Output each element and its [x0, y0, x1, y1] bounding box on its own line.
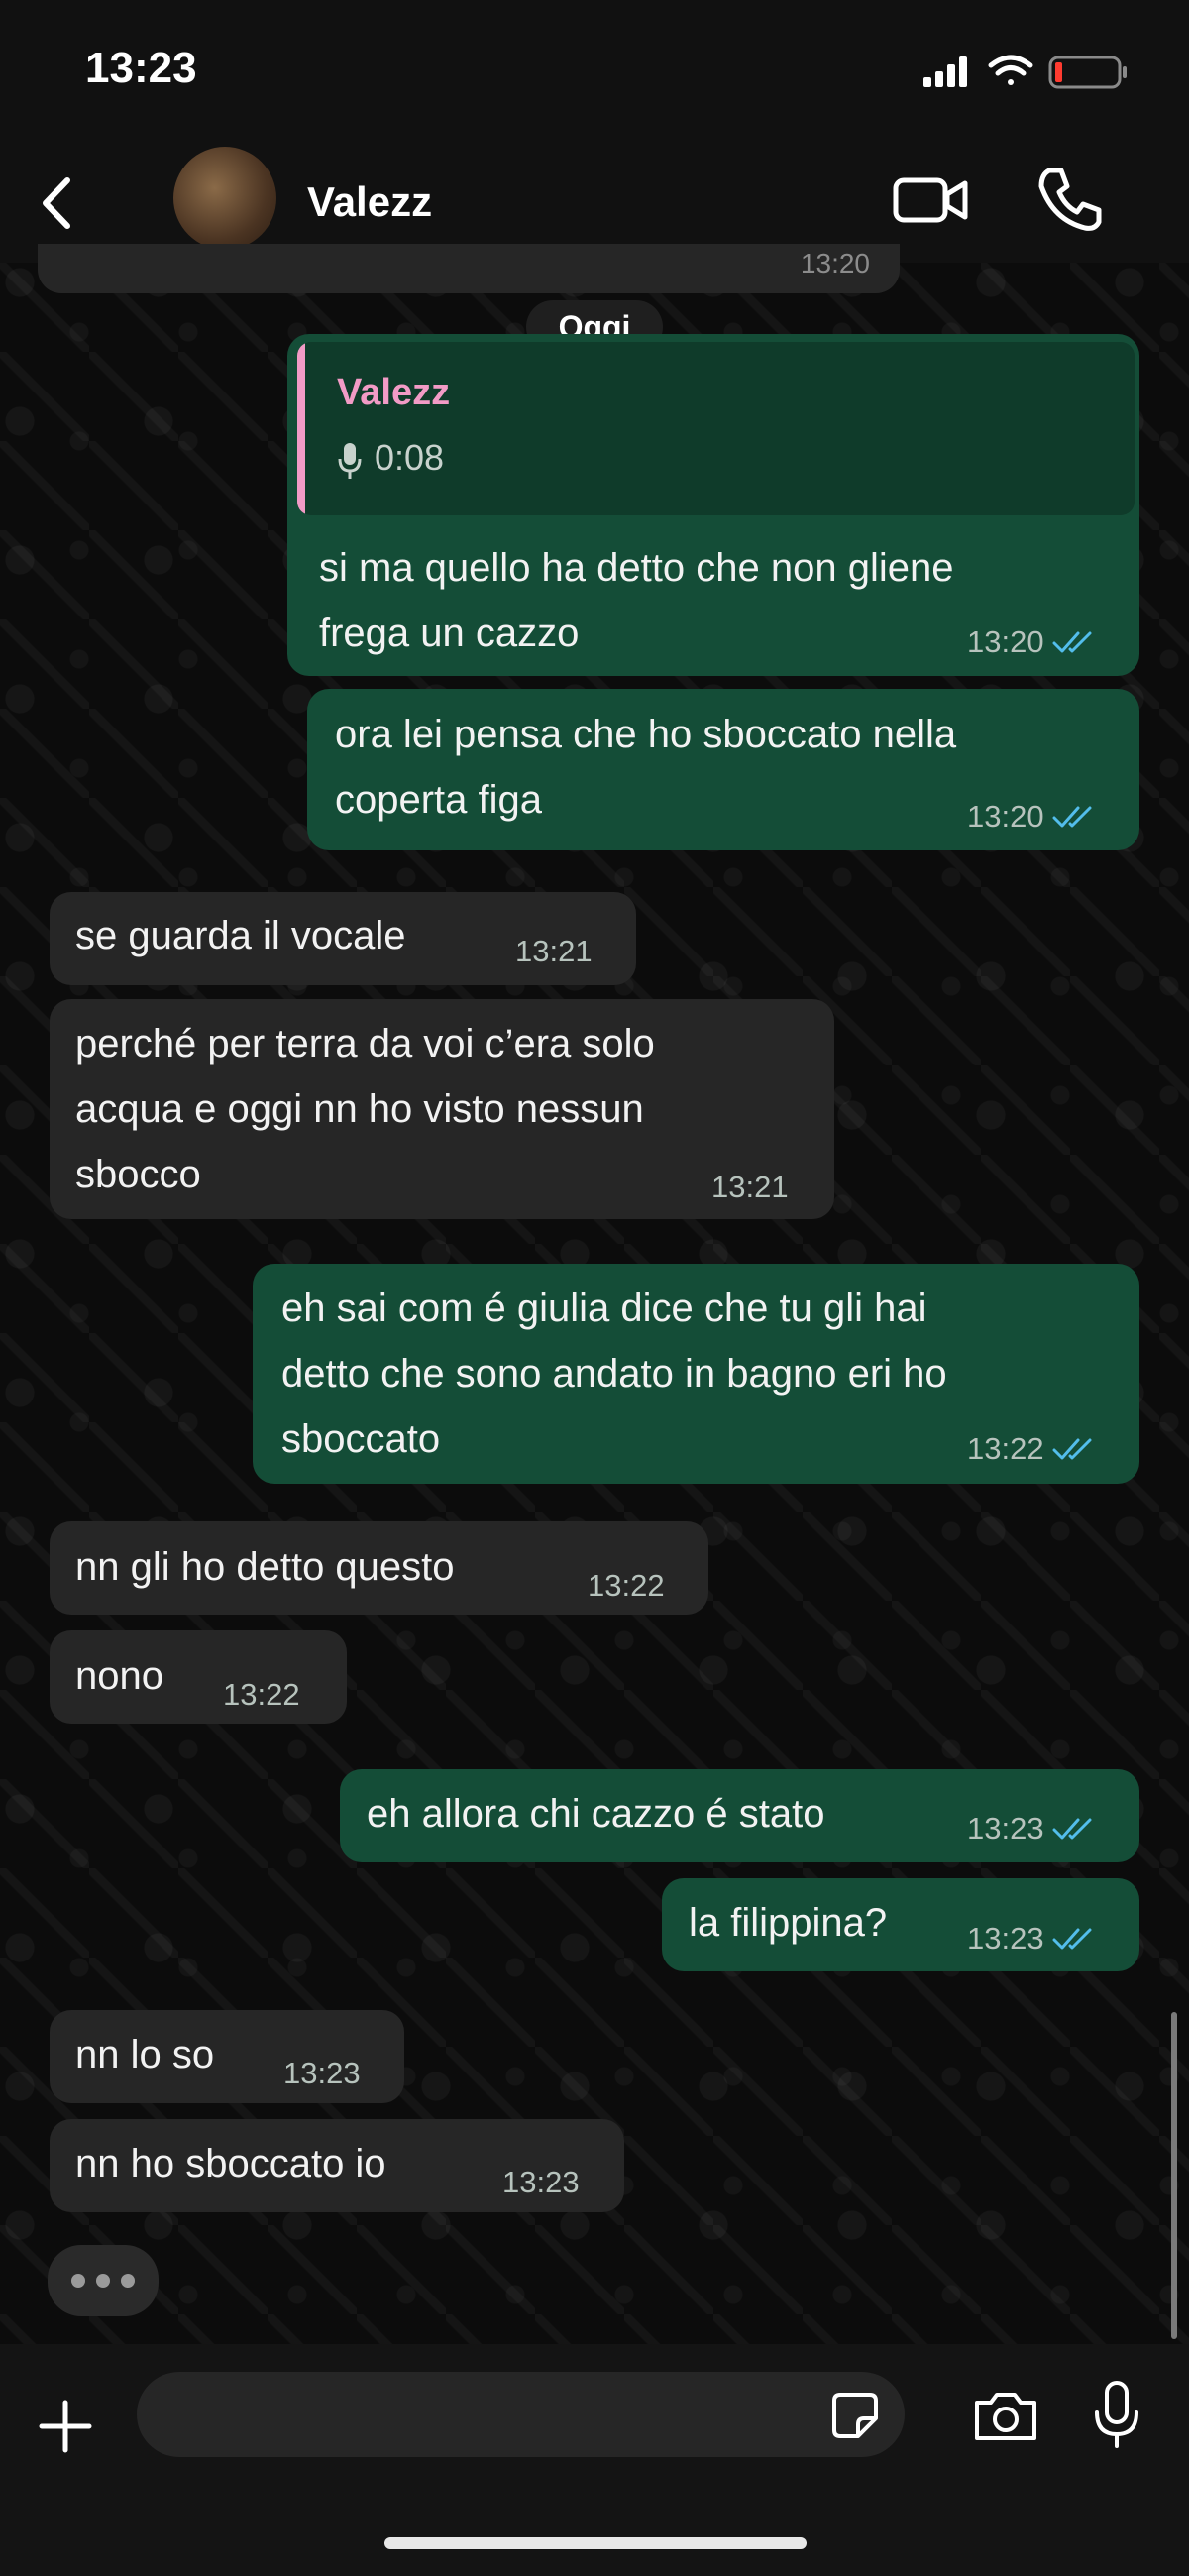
status-icons [923, 55, 1127, 89]
message-line: eh sai com é giulia dice che tu gli hai [281, 1287, 927, 1330]
quote-author: Valezz [337, 372, 451, 413]
status-time: 13:23 [85, 44, 197, 92]
message-time: 13:22 [588, 1568, 665, 1603]
message-line: si ma quello ha detto che non gliene [319, 546, 954, 590]
message-text: nono [75, 1654, 163, 1698]
read-ticks-icon [1052, 1928, 1092, 1950]
message-time: 13:23 [967, 1811, 1044, 1846]
quote-accent-bar [297, 342, 305, 515]
message-time: 13:23 [283, 2056, 361, 2090]
message-meta: 13:23 [967, 1811, 1096, 1847]
mic-icon [338, 443, 362, 479]
message-text: eh sai com é giulia dice che tu gli hai … [281, 1276, 947, 1472]
message-meta: 13:20 [967, 624, 1096, 660]
message-line: perché per terra da voi c’era solo [75, 1022, 655, 1065]
message-meta: 13:22 [967, 1431, 1096, 1467]
sticker-icon[interactable] [830, 2391, 880, 2440]
message-line: ora lei pensa che ho sboccato nella [335, 713, 957, 756]
quoted-voice-message[interactable]: Valezz 0:08 [297, 342, 1135, 515]
message-time: 13:23 [502, 2165, 580, 2199]
message-time: 13:21 [711, 1170, 789, 1204]
message-text: se guarda il vocale [75, 914, 406, 957]
camera-icon[interactable] [971, 2389, 1040, 2444]
message-line: detto che sono andato in bagno eri ho [281, 1352, 947, 1396]
message-text: nn lo so [75, 2033, 215, 2076]
message-text: si ma quello ha detto che non gliene fre… [319, 535, 953, 666]
message-text: la filippina? [689, 1901, 888, 1945]
message-input[interactable] [137, 2372, 905, 2457]
message-line: acqua e oggi nn ho visto nessun [75, 1087, 644, 1131]
typing-dot [121, 2274, 135, 2288]
typing-indicator [48, 2245, 159, 2316]
wifi-icon [988, 55, 1033, 85]
message-meta: 13:20 [967, 799, 1096, 835]
read-ticks-icon [1052, 1438, 1092, 1460]
quote-duration: 0:08 [375, 437, 445, 478]
message-text: nn gli ho detto questo [75, 1545, 455, 1589]
mic-icon[interactable] [1090, 2379, 1143, 2452]
scrollbar[interactable] [1171, 2012, 1177, 2339]
read-ticks-icon [1052, 1818, 1092, 1840]
previous-message-bubble[interactable]: 13:20 [38, 244, 900, 293]
message-line: sboccato [281, 1417, 441, 1461]
message-meta: 13:23 [967, 1921, 1096, 1957]
message-text: ora lei pensa che ho sboccato nella cope… [335, 702, 956, 833]
video-call-icon[interactable] [892, 170, 971, 230]
message-time: 13:22 [967, 1431, 1044, 1466]
message-line: sbocco [75, 1153, 201, 1196]
message-time: 13:22 [223, 1677, 300, 1712]
contact-name[interactable]: Valezz [307, 178, 432, 226]
home-indicator[interactable] [384, 2537, 807, 2549]
status-bar: 13:23 [0, 0, 1189, 139]
message-time: 13:20 [967, 624, 1044, 659]
back-icon[interactable] [30, 168, 89, 238]
plus-icon[interactable] [38, 2399, 93, 2454]
signal-icon [923, 56, 967, 87]
read-ticks-icon [1052, 806, 1092, 828]
phone-icon[interactable] [1035, 165, 1105, 234]
message-time: 13:23 [967, 1921, 1044, 1956]
battery-icon [1048, 56, 1127, 89]
message-text: perché per terra da voi c’era solo acqua… [75, 1011, 655, 1207]
message-text: eh allora chi cazzo é stato [367, 1792, 825, 1836]
typing-dot [71, 2274, 85, 2288]
message-time: 13:21 [515, 934, 593, 968]
message-text: nn ho sboccato io [75, 2142, 386, 2185]
typing-dot [96, 2274, 110, 2288]
message-line: frega un cazzo [319, 612, 580, 655]
message-line: coperta figa [335, 778, 543, 822]
message-time: 13:20 [967, 799, 1044, 834]
read-ticks-icon [1052, 631, 1092, 653]
avatar[interactable] [173, 147, 276, 250]
message-time: 13:20 [800, 248, 870, 279]
